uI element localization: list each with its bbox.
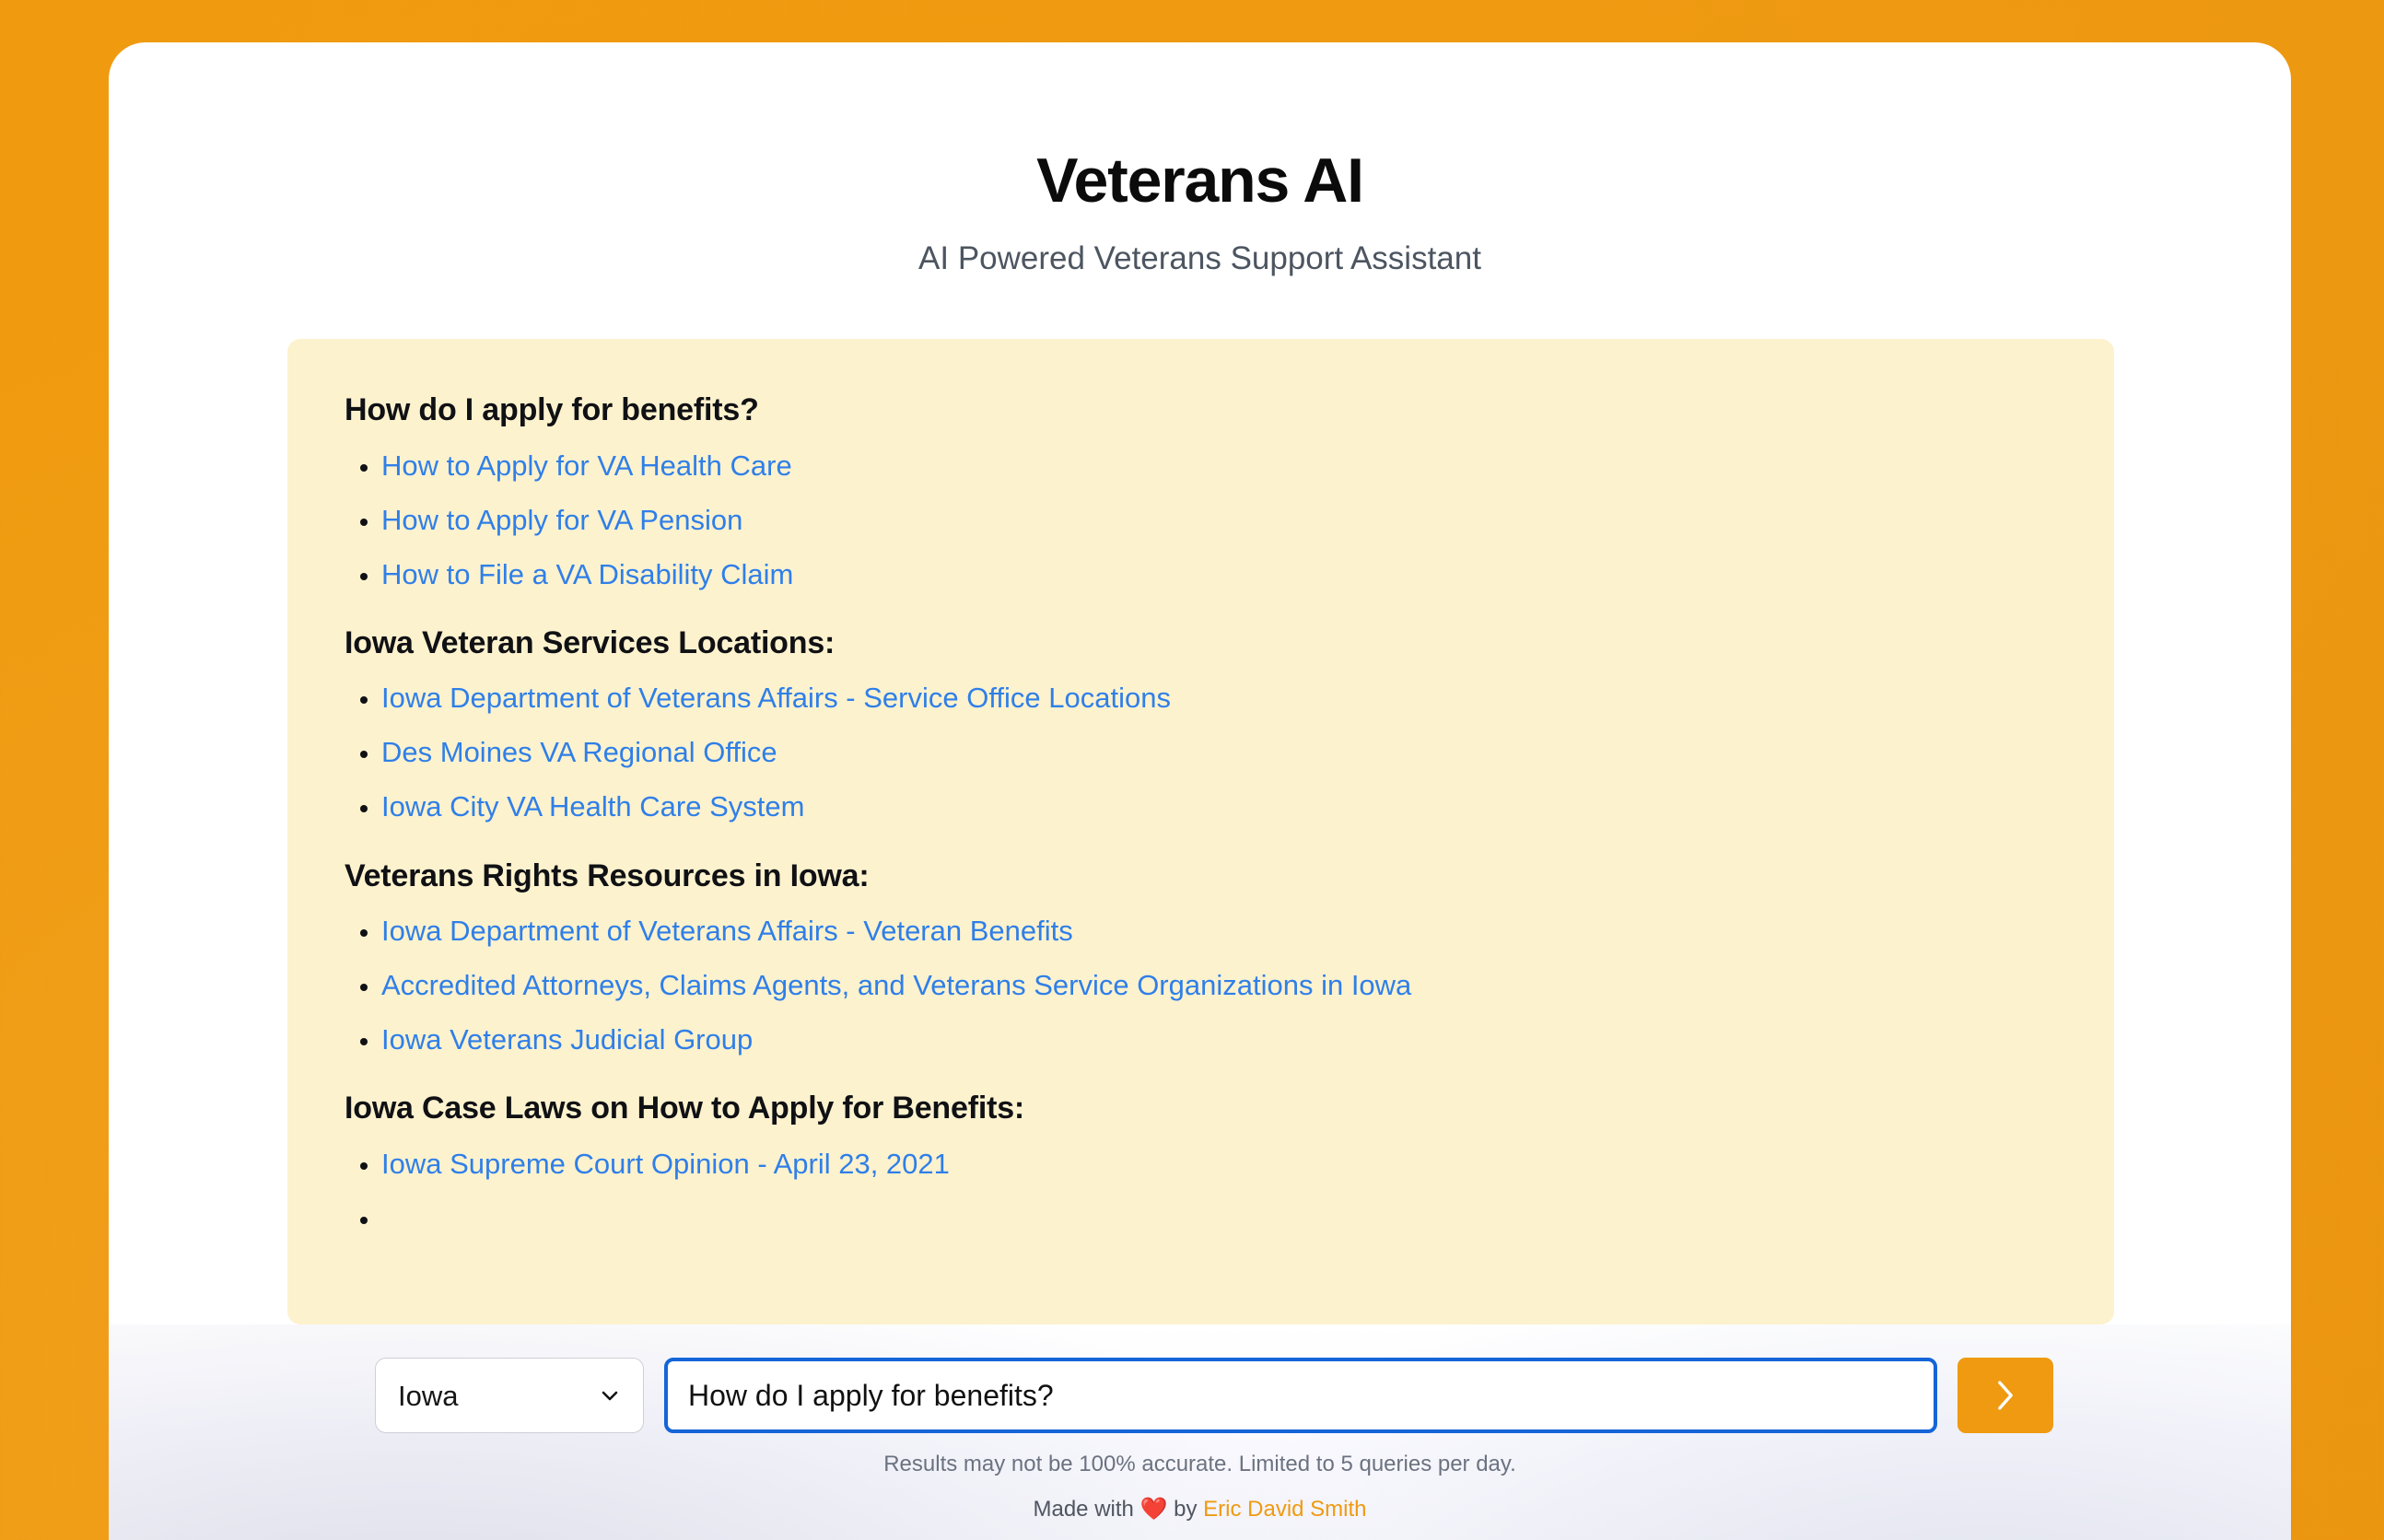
search-input[interactable]: [664, 1358, 1937, 1433]
section-heading: Iowa Veteran Services Locations:: [345, 624, 836, 660]
resource-link[interactable]: Accredited Attorneys, Claims Agents, and…: [381, 969, 1411, 1001]
resource-link[interactable]: Iowa Veterans Judicial Group: [381, 1023, 753, 1056]
list-item: How to Apply for VA Health Care: [381, 449, 2086, 482]
link-list: Iowa Supreme Court Opinion - April 23, 2…: [315, 1148, 2086, 1231]
link-list: Iowa Department of Veterans Affairs - Se…: [315, 682, 2086, 822]
list-item: Iowa Department of Veterans Affairs - Se…: [381, 682, 2086, 714]
disclaimer-text: Results may not be 100% accurate. Limite…: [883, 1452, 1516, 1476]
answer-panel: How do I apply for benefits? How to Appl…: [287, 339, 2114, 1324]
section-heading: How do I apply for benefits?: [345, 392, 759, 427]
section-heading: Iowa Case Laws on How to Apply for Benef…: [345, 1091, 1025, 1126]
answer-section: How do I apply for benefits? How to Appl…: [315, 391, 2086, 590]
credit-prefix: Made with: [1033, 1497, 1134, 1522]
query-footer: Iowa Results may not be 100% accurate. L…: [109, 1324, 2291, 1540]
resource-link[interactable]: Iowa Supreme Court Opinion - April 23, 2…: [381, 1148, 950, 1180]
page-subtitle: AI Powered Veterans Support Assistant: [918, 240, 1481, 276]
resource-link[interactable]: Iowa Department of Veterans Affairs - Ve…: [381, 915, 1073, 947]
footer-notes: Results may not be 100% accurate. Limite…: [109, 1453, 2291, 1521]
state-select[interactable]: Iowa: [375, 1358, 644, 1433]
author-link[interactable]: Eric David Smith: [1203, 1497, 1366, 1522]
answer-section: Iowa Veteran Services Locations: Iowa De…: [315, 624, 2086, 823]
list-item: Des Moines VA Regional Office: [381, 737, 2086, 768]
chevron-right-icon: [1993, 1377, 2017, 1414]
answer-section: Iowa Case Laws on How to Apply for Benef…: [315, 1089, 2086, 1231]
resource-link[interactable]: How to File a VA Disability Claim: [381, 558, 793, 590]
list-item: Accredited Attorneys, Claims Agents, and…: [381, 970, 2086, 1001]
submit-button[interactable]: [1957, 1358, 2053, 1433]
resource-link[interactable]: Des Moines VA Regional Office: [381, 736, 777, 768]
list-item: How to Apply for VA Pension: [381, 504, 2086, 536]
query-bar: Iowa: [375, 1358, 2053, 1433]
list-item: Iowa Department of Veterans Affairs - Ve…: [381, 916, 2086, 947]
list-item-empty: [381, 1203, 2086, 1231]
link-list: How to Apply for VA Health Care How to A…: [315, 449, 2086, 590]
resource-link[interactable]: Iowa Department of Veterans Affairs - Se…: [381, 682, 1171, 714]
credit-by: by: [1174, 1497, 1198, 1522]
resource-link[interactable]: How to Apply for VA Health Care: [381, 449, 792, 482]
heart-icon: ❤️: [1139, 1497, 1168, 1522]
chevron-down-icon: [599, 1384, 621, 1406]
app-card: Veterans AI AI Powered Veterans Support …: [109, 42, 2291, 1540]
list-item: How to File a VA Disability Claim: [381, 558, 2086, 590]
link-list: Iowa Department of Veterans Affairs - Ve…: [315, 916, 2086, 1056]
list-item: Iowa Veterans Judicial Group: [381, 1024, 2086, 1056]
section-heading: Veterans Rights Resources in Iowa:: [345, 858, 870, 893]
list-item: Iowa Supreme Court Opinion - April 23, 2…: [381, 1148, 2086, 1180]
resource-link[interactable]: How to Apply for VA Pension: [381, 504, 742, 536]
list-item: Iowa City VA Health Care System: [381, 791, 2086, 822]
answer-section: Veterans Rights Resources in Iowa: Iowa …: [315, 857, 2086, 1056]
page-title: Veterans AI: [1036, 146, 1364, 216]
resource-link[interactable]: Iowa City VA Health Care System: [381, 790, 804, 822]
credit-line: Made with ❤️ by Eric David Smith: [109, 1499, 2291, 1521]
state-select-value: Iowa: [398, 1379, 459, 1412]
app-header: Veterans AI AI Powered Veterans Support …: [109, 42, 2291, 274]
answer-content: How do I apply for benefits? How to Appl…: [287, 391, 2114, 1231]
